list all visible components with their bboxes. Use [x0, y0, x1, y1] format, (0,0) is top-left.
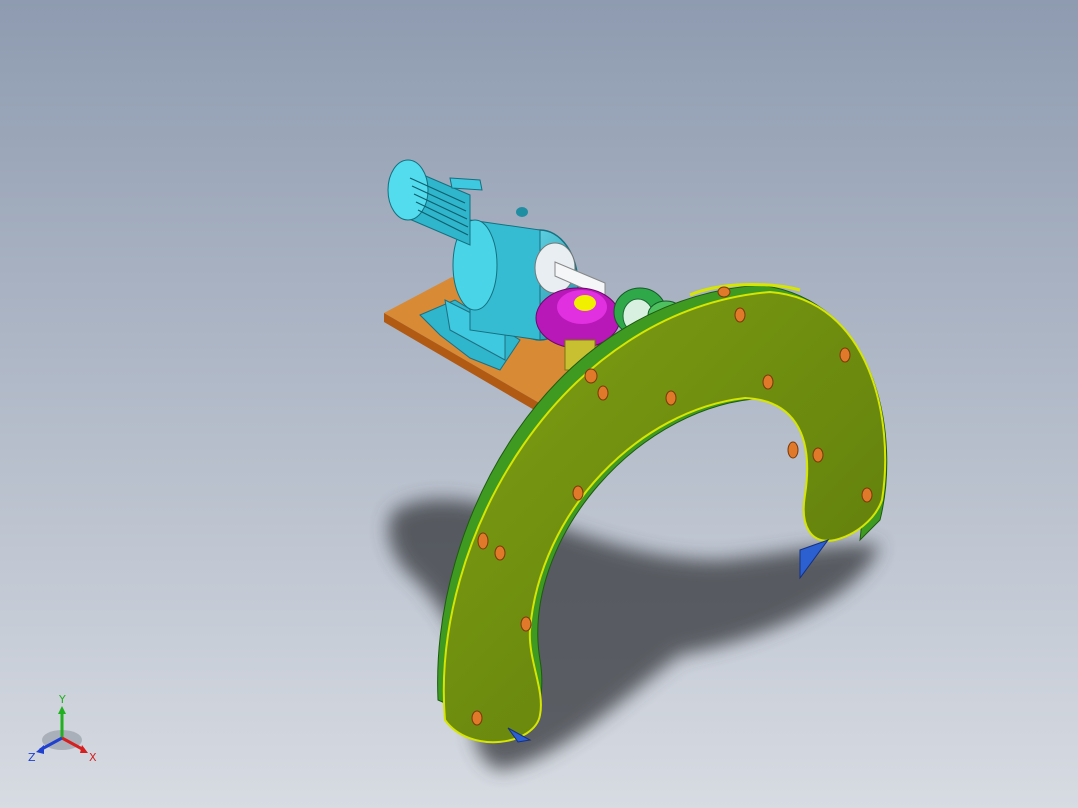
graphics-viewport[interactable]: Y X Z	[0, 0, 1078, 808]
x-arrow-icon	[80, 745, 88, 753]
orientation-triad[interactable]: Y X Z	[22, 690, 112, 770]
x-axis-label: X	[89, 751, 97, 764]
z-arrow-icon	[36, 745, 44, 754]
z-axis-label: Z	[28, 751, 36, 764]
cad-3d-scene[interactable]	[0, 0, 1078, 808]
y-axis-label: Y	[58, 693, 66, 706]
y-arrow-icon	[58, 706, 66, 714]
